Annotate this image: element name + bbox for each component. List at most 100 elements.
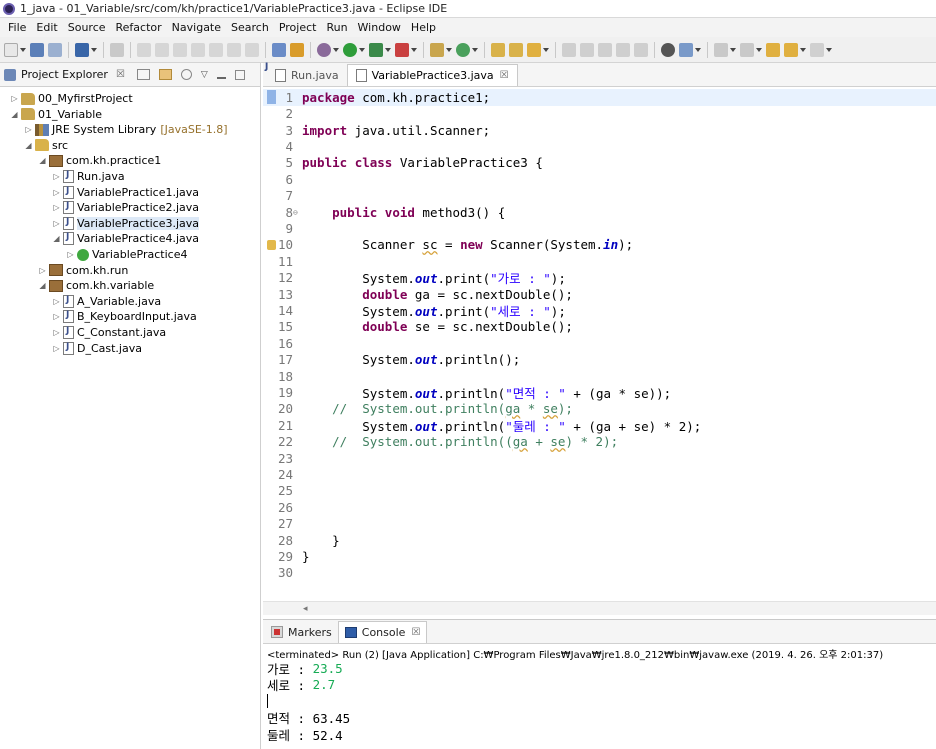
- project-explorer-tab[interactable]: Project Explorer: [21, 68, 108, 81]
- last-edit-location-icon[interactable]: [766, 42, 780, 57]
- menu-source[interactable]: Source: [63, 21, 111, 34]
- forward-icon[interactable]: [810, 42, 824, 57]
- run-dropdown-icon[interactable]: [359, 47, 365, 52]
- new-icon[interactable]: [4, 42, 18, 57]
- next-annotation-icon[interactable]: [714, 42, 728, 57]
- disconnect-icon[interactable]: [191, 42, 205, 57]
- tree-twisty-icon[interactable]: ▷: [38, 266, 47, 275]
- close-icon[interactable]: ☒: [411, 627, 420, 638]
- open-task-icon[interactable]: [509, 42, 523, 57]
- menu-window[interactable]: Window: [353, 21, 406, 34]
- tree-item[interactable]: ◢ 01_Variable: [10, 107, 102, 122]
- close-icon[interactable]: ☒: [116, 69, 125, 80]
- new-dropdown-icon[interactable]: [20, 47, 26, 52]
- tree-item[interactable]: ▷ D_Cast.java: [52, 341, 142, 356]
- coverage-icon[interactable]: [369, 42, 383, 57]
- previous-annotation-dropdown-icon[interactable]: [756, 47, 762, 52]
- toggle-breadcrumb-icon[interactable]: [580, 42, 594, 57]
- debug-icon[interactable]: [317, 42, 331, 57]
- tree-twisty-icon[interactable]: ▷: [52, 328, 61, 337]
- search-dropdown-icon[interactable]: [543, 47, 549, 52]
- open-type-icon[interactable]: [491, 42, 505, 57]
- terminate-icon[interactable]: [173, 42, 187, 57]
- view-menu-icon[interactable]: ▽: [201, 70, 208, 80]
- terminal-icon[interactable]: [75, 42, 89, 57]
- tree-item[interactable]: ▷ VariablePractice3.java: [52, 216, 200, 231]
- tree-item[interactable]: ▷ com.kh.run: [38, 263, 128, 278]
- tree-item[interactable]: ▷ A_Variable.java: [52, 294, 161, 309]
- tree-item[interactable]: ▷ Run.java: [52, 169, 125, 184]
- back-icon[interactable]: [784, 42, 798, 57]
- forward-dropdown-icon[interactable]: [826, 47, 832, 52]
- fold-toggle-icon[interactable]: ⊖: [293, 208, 298, 217]
- coverage-dropdown-icon[interactable]: [385, 47, 391, 52]
- tree-twisty-icon[interactable]: ▷: [52, 297, 61, 306]
- tree-twisty-icon[interactable]: ▷: [52, 219, 61, 228]
- new-class-dropdown-icon[interactable]: [472, 47, 478, 52]
- tree-item[interactable]: ▷ JRE System Library [JavaSE-1.8]: [24, 122, 227, 137]
- tree-twisty-icon[interactable]: ◢: [10, 110, 19, 119]
- tree-twisty-icon[interactable]: ▷: [66, 250, 75, 259]
- tree-item[interactable]: ▷ B_KeyboardInput.java: [52, 309, 197, 324]
- new-java-project-icon[interactable]: [430, 42, 444, 57]
- tree-twisty-icon[interactable]: ▷: [24, 125, 33, 134]
- word-wrap-icon[interactable]: [616, 42, 630, 57]
- menu-refactor[interactable]: Refactor: [111, 21, 167, 34]
- tree-item[interactable]: ◢ VariablePractice4.java: [52, 231, 199, 246]
- terminal-dropdown-icon[interactable]: [91, 47, 97, 52]
- console-output[interactable]: 가로 : 23.5 세로 : 2.7 면적 : 63.45 둘레 : 52.4: [263, 660, 936, 743]
- link-with-editor-icon[interactable]: [158, 69, 172, 80]
- tab-markers[interactable]: Markers: [265, 621, 338, 643]
- maximize-icon[interactable]: [234, 69, 245, 80]
- tree-item[interactable]: ◢ com.kh.practice1: [38, 153, 161, 168]
- tree-item[interactable]: ▷ VariablePractice4: [66, 247, 187, 262]
- search-icon[interactable]: [527, 42, 541, 57]
- menu-file[interactable]: File: [3, 21, 31, 34]
- refactor-icon[interactable]: [290, 42, 304, 57]
- back-dropdown-icon[interactable]: [800, 47, 806, 52]
- filters-icon[interactable]: [180, 69, 192, 80]
- new-project-dropdown-icon[interactable]: [446, 47, 452, 52]
- pin-dropdown-icon[interactable]: [695, 47, 701, 52]
- scroll-left-icon[interactable]: ◂: [303, 604, 308, 614]
- next-annotation-dropdown-icon[interactable]: [730, 47, 736, 52]
- save-all-icon[interactable]: [48, 42, 62, 57]
- tree-item[interactable]: ▷ VariablePractice2.java: [52, 200, 199, 215]
- tree-twisty-icon[interactable]: ▷: [52, 203, 61, 212]
- menu-help[interactable]: Help: [406, 21, 441, 34]
- skip-breakpoints-icon[interactable]: [110, 42, 124, 57]
- editor-tab[interactable]: VariablePractice3.java ☒: [346, 64, 518, 86]
- tree-item[interactable]: ◢ src: [24, 138, 68, 153]
- debug-dropdown-icon[interactable]: [333, 47, 339, 52]
- editor-horizontal-scrollbar[interactable]: ◂: [263, 601, 936, 615]
- step-return-icon[interactable]: [245, 42, 259, 57]
- tree-item[interactable]: ◢ com.kh.variable: [38, 278, 154, 293]
- tree-item[interactable]: ▷ 00_MyfirstProject: [10, 91, 132, 106]
- tree-twisty-icon[interactable]: ▷: [52, 172, 61, 181]
- run-icon[interactable]: [343, 42, 357, 57]
- close-icon[interactable]: ☒: [500, 70, 509, 81]
- menu-edit[interactable]: Edit: [31, 21, 62, 34]
- pin-editor-icon[interactable]: [679, 42, 693, 57]
- external-tools-icon[interactable]: [395, 42, 409, 57]
- tree-twisty-icon[interactable]: ◢: [24, 141, 33, 150]
- tree-twisty-icon[interactable]: ◢: [38, 281, 47, 290]
- step-into-icon[interactable]: [209, 42, 223, 57]
- menu-search[interactable]: Search: [226, 21, 274, 34]
- tree-twisty-icon[interactable]: ▷: [52, 188, 61, 197]
- tree-twisty-icon[interactable]: ◢: [52, 234, 61, 243]
- menu-project[interactable]: Project: [274, 21, 322, 34]
- previous-annotation-icon[interactable]: [740, 42, 754, 57]
- menu-run[interactable]: Run: [321, 21, 352, 34]
- minimize-icon[interactable]: [216, 76, 226, 79]
- toggle-mark-occurrences-icon[interactable]: [562, 42, 576, 57]
- editor-tab[interactable]: Run.java: [267, 64, 347, 86]
- web-browser-icon[interactable]: [661, 42, 675, 57]
- tree-item[interactable]: ▷ VariablePractice1.java: [52, 185, 199, 200]
- show-whitespace-icon[interactable]: [634, 42, 648, 57]
- block-selection-icon[interactable]: [598, 42, 612, 57]
- external-tools-dropdown-icon[interactable]: [411, 47, 417, 52]
- collapse-all-icon[interactable]: [136, 69, 150, 80]
- save-icon[interactable]: [30, 42, 44, 57]
- tree-twisty-icon[interactable]: ▷: [10, 94, 19, 103]
